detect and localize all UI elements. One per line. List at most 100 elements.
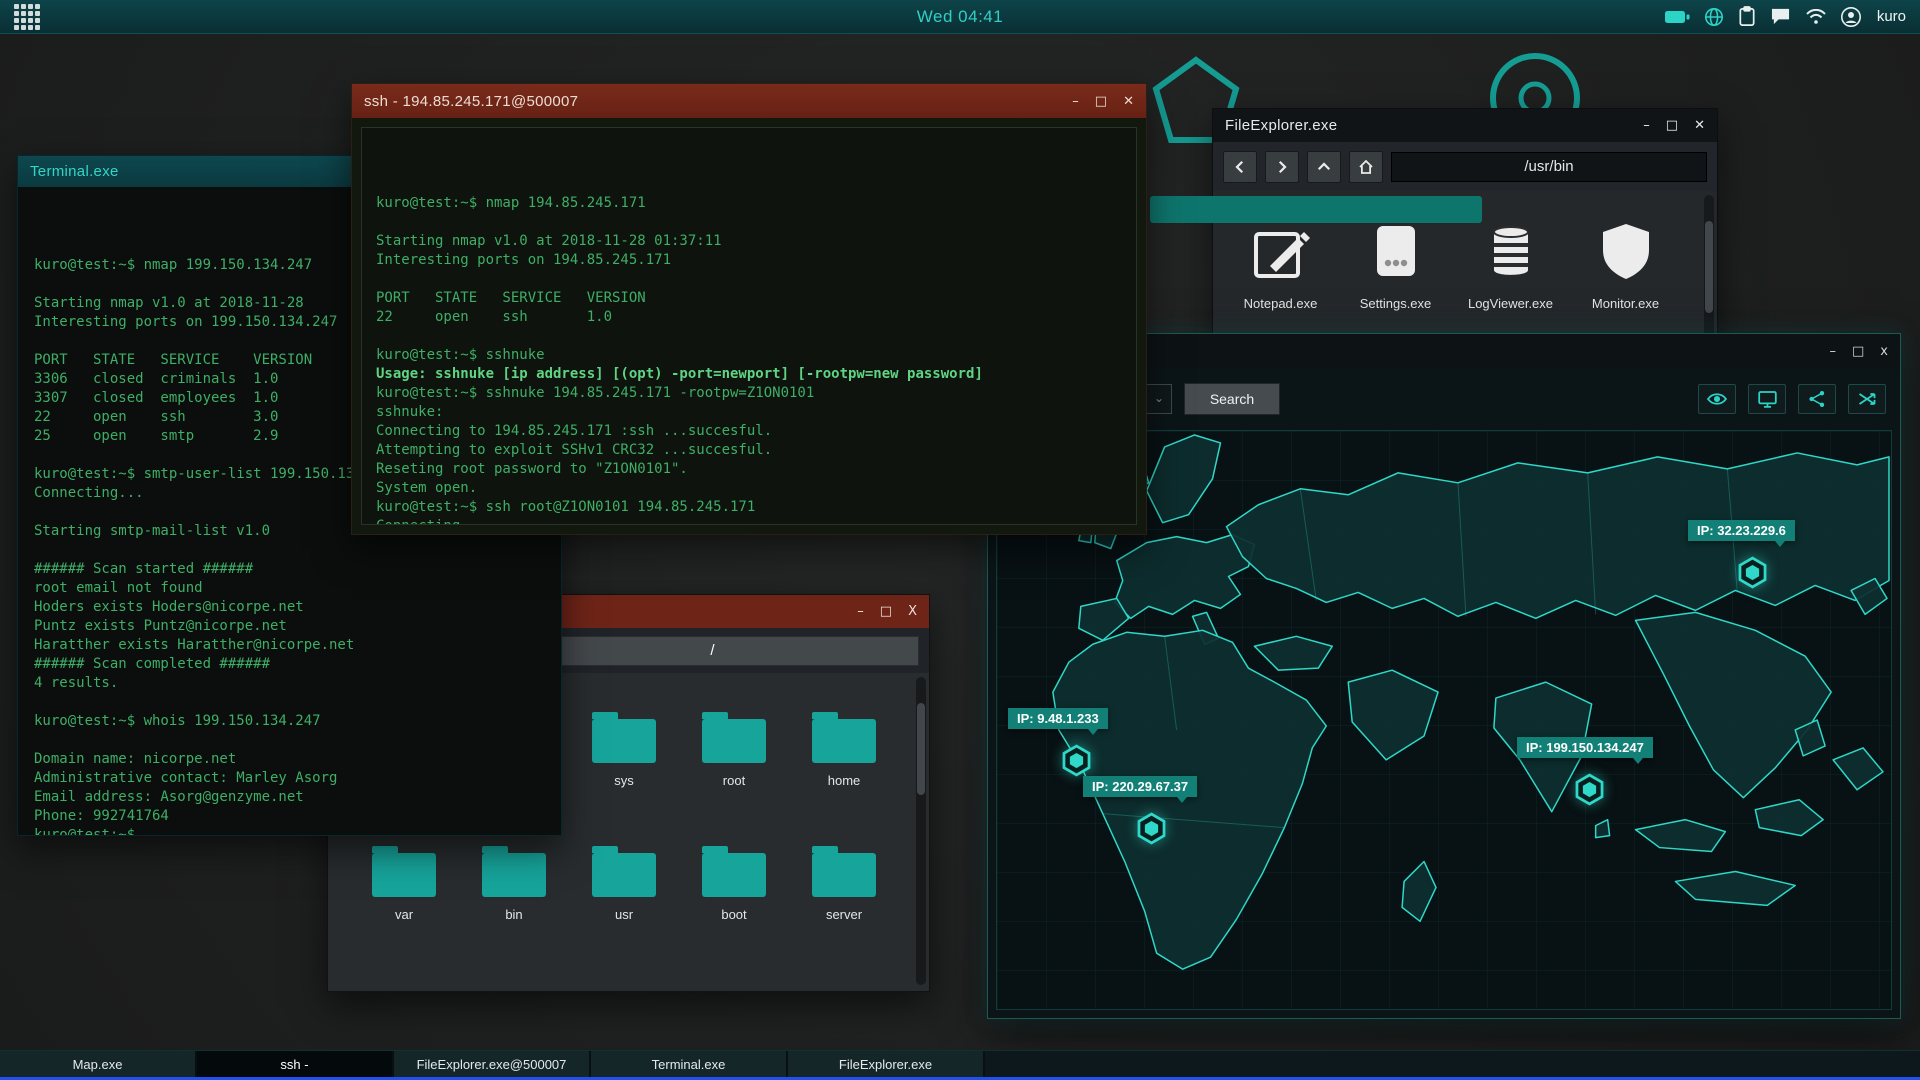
clock: Wed 04:41 [916,6,1004,26]
terminal-line: Phone: 992741764 [34,808,169,824]
explorer-toolbar: /usr/bin [1213,142,1717,191]
ssh-terminal-output[interactable]: kuro@test:~$ nmap 194.85.245.171 Starting… [361,127,1137,525]
settings-icon [1376,226,1415,276]
folder-label: usr [614,907,634,922]
minimize-button[interactable]: – [1830,345,1837,358]
wifi-icon[interactable] [1805,8,1827,25]
folder-icon [482,846,546,897]
maximize-button[interactable]: □ [1095,95,1107,108]
back-button[interactable] [1223,150,1257,183]
folder-row: var bin usr boot server [349,843,899,922]
minimize-button[interactable]: – [857,605,864,618]
folder-item[interactable]: boot [679,843,789,922]
share-button[interactable] [1798,384,1836,414]
terminal-line: kuro@test:~$ sshnuke 194.85.245.171 -roo… [376,385,815,401]
network-node-icon[interactable] [1573,773,1606,806]
window-title: ssh - 194.85.245.171@500007 [364,92,579,110]
network-node-icon[interactable] [1736,556,1769,589]
terminal-line: ###### Scan completed ###### [34,656,271,672]
network-node-icon[interactable] [1135,812,1168,845]
terminal-line: kuro@test:~$ [34,827,136,835]
taskbar-item[interactable]: FileExplorer.exe [788,1051,985,1077]
terminal-line: Starting nmap v1.0 at 2018-11-28 01:37:1… [376,233,722,249]
path-field[interactable]: / [506,635,919,666]
folder-item[interactable]: home [789,709,899,788]
user-icon[interactable] [1840,6,1861,27]
desktop: Wed 04:41 kuro FileExplorer.exe – □ ✕ /u… [0,0,1920,1080]
file-explorer-titlebar[interactable]: FileExplorer.exe – □ ✕ [1213,109,1717,142]
clipboard-icon[interactable] [1738,6,1756,27]
network-node-icon[interactable] [1060,744,1093,777]
file-item[interactable]: Monitor.exe [1568,219,1683,311]
folder-item[interactable]: sys [569,709,679,788]
terminal-line: Hoders exists Hoders@nicorpe.net [34,599,304,615]
shuffle-button[interactable] [1848,384,1886,414]
taskbar-item[interactable]: Terminal.exe [591,1051,788,1077]
folder-item[interactable]: root [679,709,789,788]
terminal-line: Reseting root password to "Z1ON0101". [376,461,688,477]
folder-label: server [825,907,863,922]
battery-icon[interactable] [1664,10,1690,24]
top-system-bar: Wed 04:41 kuro [0,0,1920,34]
home-button[interactable] [1349,150,1383,183]
terminal-line: Interesting ports on 194.85.245.171 [376,252,672,268]
folder-icon [372,846,436,897]
minimize-button[interactable]: – [1643,119,1650,132]
close-button[interactable]: ✕ [1694,119,1705,132]
folder-label: bin [505,907,523,922]
taskbar: Map.exe ssh - FileExplorer.exe@500007 Termi… [0,1050,1920,1077]
maximize-button[interactable]: □ [1666,119,1678,132]
display-button[interactable] [1748,384,1786,414]
taskbar-item[interactable]: FileExplorer.exe@500007 [394,1051,591,1077]
folder-item[interactable]: usr [569,843,679,922]
terminal-line: kuro@test:~$ ssh root@Z1ON0101 194.85.24… [376,499,756,515]
path-field[interactable]: /usr/bin [1391,151,1707,182]
taskbar-item[interactable]: ssh - [197,1051,394,1077]
folder-icon [592,846,656,897]
file-item-label: Monitor.exe [1591,296,1660,311]
folder-item[interactable]: var [349,843,459,922]
network-globe-icon[interactable] [1704,7,1724,27]
scrollbar[interactable] [916,677,926,985]
window-title: FileExplorer.exe [1225,117,1338,134]
minimize-button[interactable]: – [1072,95,1079,108]
maximize-button[interactable]: □ [880,605,892,618]
terminal-line: Connecting to 194.85.245.171 :ssh ...suc… [376,423,773,439]
file-item[interactable]: Settings.exe [1338,219,1453,311]
close-button[interactable]: x [1880,345,1888,358]
desktop-notification-bar [1150,196,1482,223]
folder-label: root [722,773,746,788]
app-launcher-icon[interactable] [14,3,40,30]
maximize-button[interactable]: □ [1852,345,1864,358]
file-item-label: Settings.exe [1359,296,1432,311]
scrollbar-thumb[interactable] [1705,221,1713,313]
eye-button[interactable] [1698,384,1736,414]
terminal-line: 22 open ssh 1.0 [376,309,613,325]
folder-item[interactable]: bin [459,843,569,922]
terminal-line: Haratther exists Haratther@nicorpe.net [34,637,355,653]
ip-label: IP: 32.23.229.6 [1688,520,1795,547]
file-item[interactable]: Notepad.exe [1223,219,1338,311]
file-item[interactable]: LogViewer.exe [1453,219,1568,311]
scrollbar-thumb[interactable] [917,703,925,795]
folder-label: sys [614,773,634,788]
search-button[interactable]: Search [1184,383,1280,415]
window-title: Terminal.exe [30,163,119,180]
up-button[interactable] [1307,150,1341,183]
chevron-down-icon: ⌄ [1153,391,1164,405]
chat-icon[interactable] [1770,7,1791,26]
close-button[interactable]: ✕ [1123,95,1134,108]
close-button[interactable]: X [908,605,917,618]
ip-label: IP: 220.29.67.37 [1083,776,1198,803]
taskbar-item[interactable]: Map.exe [0,1051,197,1077]
folder-item[interactable]: server [789,843,899,922]
log-viewer-icon [1492,226,1529,275]
folder-icon [812,712,876,763]
terminal-line: Administrative contact: Marley Asorg [34,770,338,786]
forward-button[interactable] [1265,150,1299,183]
ssh-titlebar[interactable]: ssh - 194.85.245.171@500007 – □ ✕ [352,84,1146,118]
terminal-line: kuro@test:~$ sshnuke [376,347,545,363]
